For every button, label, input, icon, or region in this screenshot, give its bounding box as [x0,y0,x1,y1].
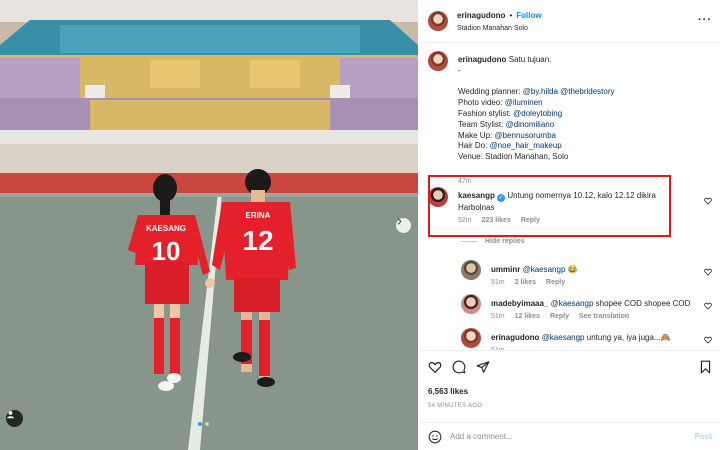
reply-button[interactable]: Reply [550,313,569,320]
chevron-right-icon [397,218,402,225]
post-timestamp[interactable]: 54 MINUTES AGO [428,403,482,409]
jersey-right-number: 12 [242,225,273,256]
comment-text: madebyimaaa_ @kaesangp shopee COD shopee… [491,298,690,309]
caption-line-prefix: Make Up: [458,130,495,140]
caption-line-1: - [458,65,461,75]
comment-mention[interactable]: @kaesangp [542,333,585,342]
stadium-photo: KAESANG 10 ERINA 12 [0,0,418,450]
avatar[interactable] [461,328,481,348]
caption-line-0: Satu tujuan. [508,55,552,64]
caption-line-prefix: Fashion stylist: [458,108,514,118]
comment-username[interactable]: umminr [491,265,520,274]
caption-mention[interactable]: @by.hilda @thebridestory [523,87,615,96]
like-count[interactable]: 6,563 likes [428,387,468,396]
caption-mention[interactable]: @noe_hair_makeup [490,141,562,150]
user-tags-button[interactable] [6,410,23,427]
caption-mention[interactable]: @bennusorumba [494,131,556,140]
comment-meta: 51m 12 likes Reply See translation [491,313,629,320]
post-actions: 6,563 likes 54 MINUTES AGO [418,350,720,422]
carousel-dot [205,422,209,426]
post-comment-button[interactable]: Post [695,432,712,441]
jersey-left-number: 10 [152,236,181,266]
like-comment-heart-icon[interactable] [704,336,712,344]
jersey-left-name: KAESANG [146,224,186,233]
caption-mention[interactable]: @doleytobing [513,109,562,118]
more-options-icon[interactable]: ··· [698,14,712,26]
comment-likes[interactable]: 12 likes [515,313,540,320]
avatar[interactable] [461,294,481,314]
comment-time[interactable]: 51m [491,279,505,286]
hide-replies-button[interactable]: Hide replies [461,238,525,245]
divider-line [461,241,477,242]
caption-line-prefix: Photo video: [458,98,505,108]
jersey-right-name: ERINA [246,211,271,220]
comment-highlight-box [428,175,671,237]
carousel-dot-active [198,422,202,426]
avatar[interactable] [428,51,448,71]
add-comment-input[interactable] [450,432,695,441]
comment-bubble-icon[interactable] [452,360,466,374]
comment-mention[interactable]: @kaesangp [523,265,566,274]
user-icon [7,411,14,419]
caption-username[interactable]: erinagudono [458,55,506,64]
hide-replies-label: Hide replies [485,238,525,245]
share-paper-plane-icon[interactable] [476,360,490,374]
like-comment-heart-icon[interactable] [704,197,712,205]
comment-mention[interactable]: @kaesangp [551,299,594,308]
caption-line-prefix: Venue: Stadion Manahan, Solo [458,152,569,162]
save-bookmark-icon[interactable] [699,360,712,374]
carousel-next-button[interactable] [396,218,411,233]
comment-body: 😂 [567,265,578,274]
see-translation-button[interactable]: See translation [579,313,629,320]
caption-line-prefix: Team Stylist: [458,119,506,129]
caption-mention[interactable]: @dinomiliano [506,120,555,129]
comment-body: shopee COD shopee COD [595,299,691,308]
like-comment-heart-icon[interactable] [704,302,712,310]
comment-body: untung ya, iya juga...🙈 [586,333,671,342]
comment-likes[interactable]: 2 likes [515,279,536,286]
avatar[interactable] [461,260,481,280]
add-comment-bar: Post [418,422,720,450]
emoji-icon[interactable] [428,430,442,444]
comment-time[interactable]: 51m [491,313,505,320]
comment-username[interactable]: erinagudono [491,333,539,342]
caption-text: erinagudono Satu tujuan. - Wedding plann… [458,55,698,163]
comment-meta: 51m 2 likes Reply [491,279,565,286]
post-photo[interactable]: KAESANG 10 ERINA 12 [0,0,418,450]
avatar[interactable] [428,11,448,31]
separator-dot: • [509,10,513,20]
post-username[interactable]: erinagudono [457,11,505,20]
caption-line-prefix: Hair Do: [458,141,490,151]
carousel-dots [198,422,209,426]
follow-button[interactable]: Follow [516,11,541,20]
caption-line-prefix: Wedding planner: [458,87,523,97]
comment-username[interactable]: madebyimaaa_ [491,299,548,308]
reply-button[interactable]: Reply [546,279,565,286]
post-location[interactable]: Stadion Manahan Solo [457,25,542,32]
like-comment-heart-icon[interactable] [704,268,712,276]
caption-mention[interactable]: @iluminen [505,98,543,107]
comment-text: erinagudono @kaesangp untung ya, iya jug… [491,332,671,343]
comment-text: umminr @kaesangp 😂 [491,264,578,275]
like-heart-icon[interactable] [428,360,442,374]
post-header: erinagudono • Follow Stadion Manahan Sol… [418,0,720,43]
